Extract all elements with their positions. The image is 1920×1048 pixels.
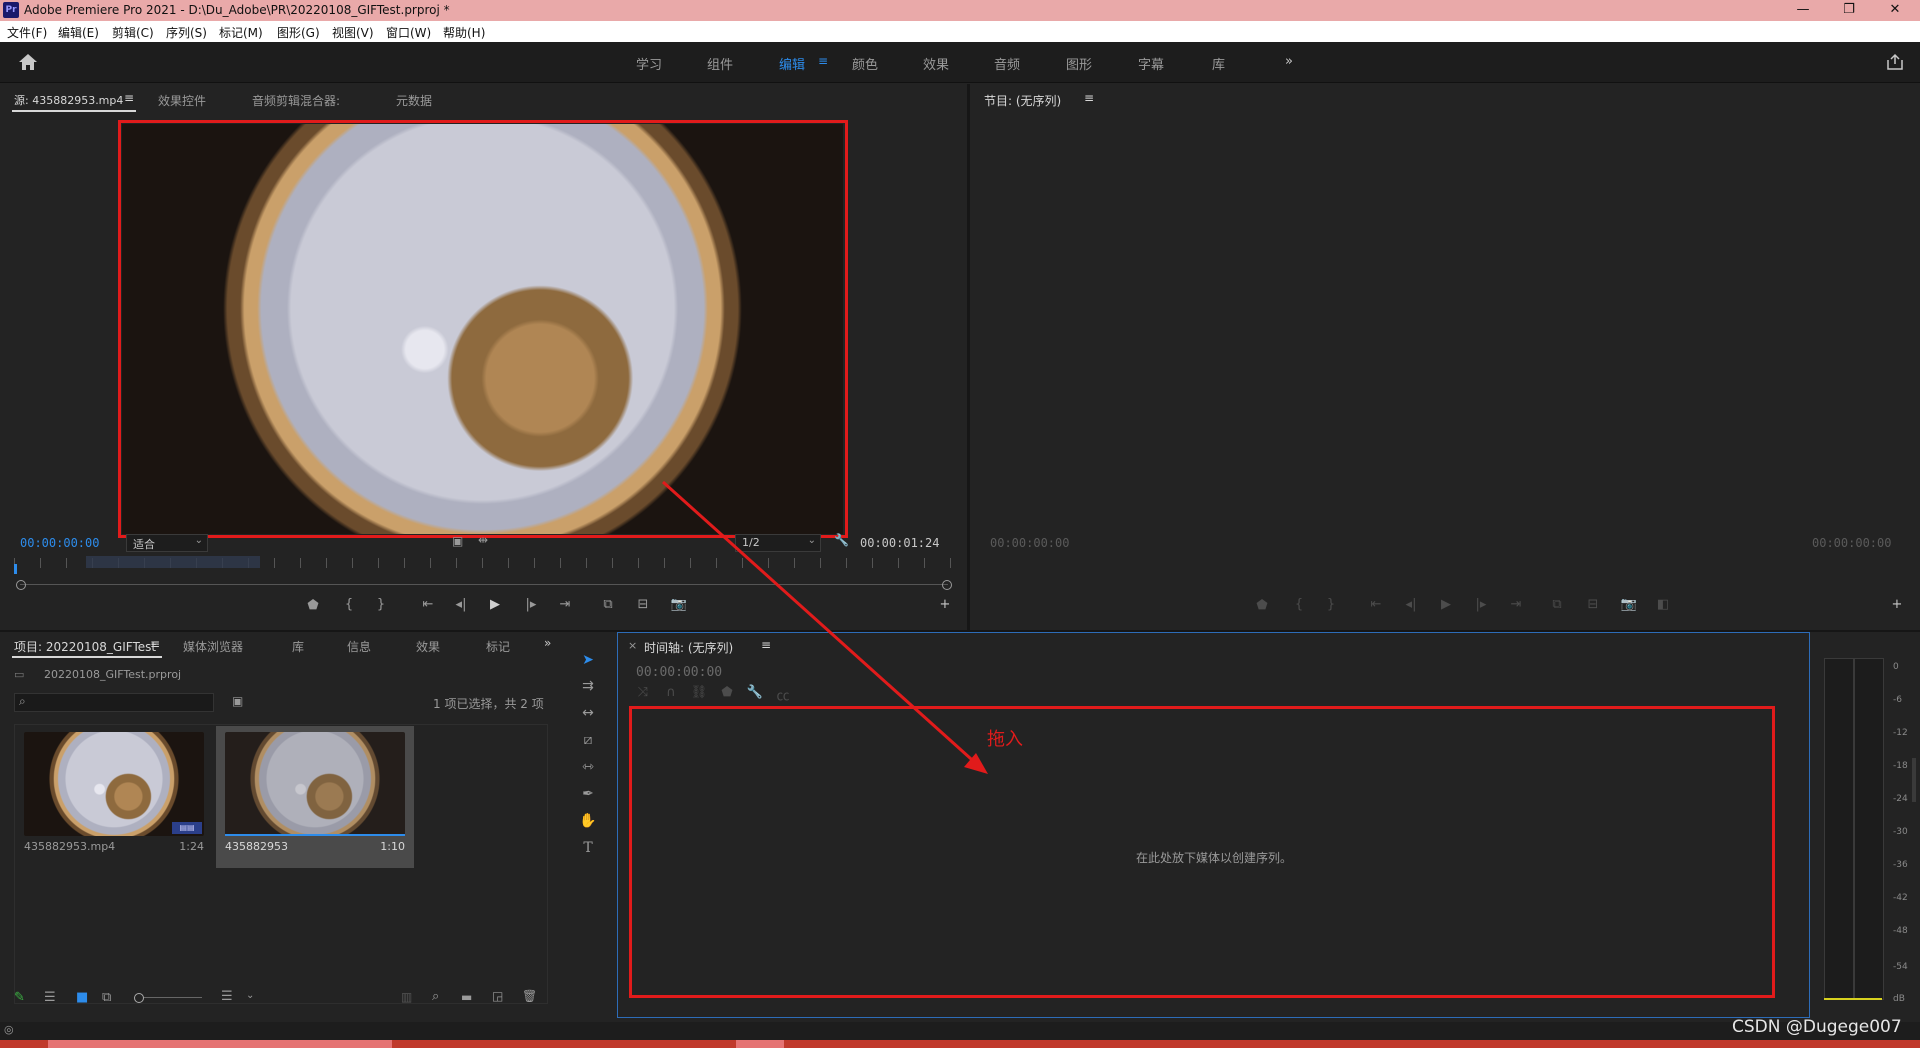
status-bar: ◎ [0,1022,1920,1040]
taskbar-strip [0,1040,1920,1048]
taskbar-highlight [736,1040,784,1048]
annotation-arrow [661,480,988,774]
watermark: CSDN @Dugege007 [1732,1017,1902,1037]
annotation-label: 拖入 [987,729,1023,750]
status-icon: ◎ [4,1023,14,1036]
taskbar-highlight [48,1040,392,1048]
